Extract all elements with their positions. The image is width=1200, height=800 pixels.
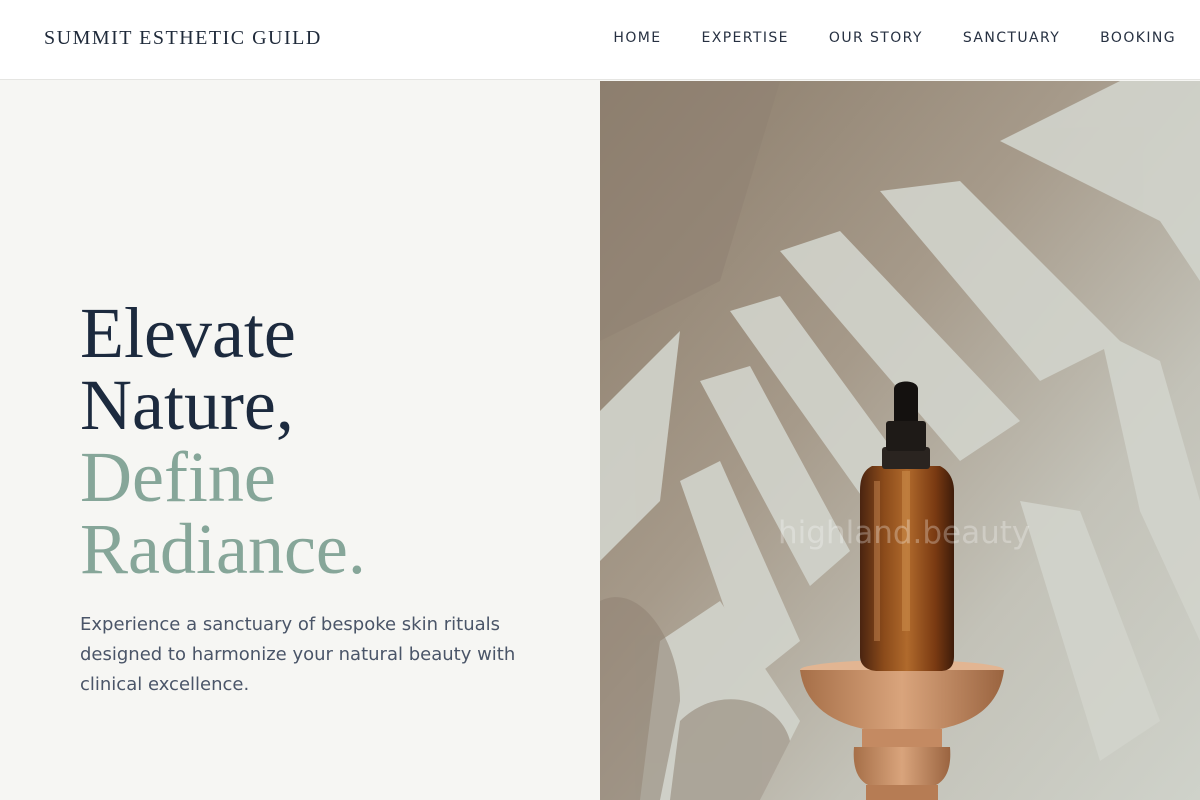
- headline-line-2: Nature,: [80, 365, 294, 445]
- headline-line-3: Define: [80, 437, 276, 517]
- hero-description: Experience a sanctuary of bespoke skin r…: [80, 614, 516, 695]
- nav-home[interactable]: HOME: [613, 30, 661, 46]
- site-header: SUMMIT ESTHETIC GUILD HOME EXPERTISE OUR…: [0, 0, 1200, 80]
- brand-logo[interactable]: SUMMIT ESTHETIC GUILD: [44, 27, 322, 50]
- hero-product-image: highland.beauty: [600, 81, 1200, 800]
- main-nav: HOME EXPERTISE OUR STORY SANCTUARY BOOKI…: [573, 30, 1176, 46]
- nav-our-story[interactable]: OUR STORY: [829, 30, 923, 46]
- hero-text-panel: Elevate Nature, Define Radiance. Experie…: [0, 80, 600, 800]
- nav-booking[interactable]: BOOKING: [1100, 30, 1176, 46]
- headline-line-4: Radiance.: [80, 509, 366, 589]
- headline-line-1: Elevate: [80, 293, 296, 373]
- product-photo-illustration: [600, 81, 1200, 800]
- hero-headline: Elevate Nature, Define Radiance.: [80, 297, 366, 585]
- nav-sanctuary[interactable]: SANCTUARY: [963, 30, 1060, 46]
- nav-expertise[interactable]: EXPERTISE: [701, 30, 788, 46]
- image-watermark: highland.beauty: [778, 515, 1031, 551]
